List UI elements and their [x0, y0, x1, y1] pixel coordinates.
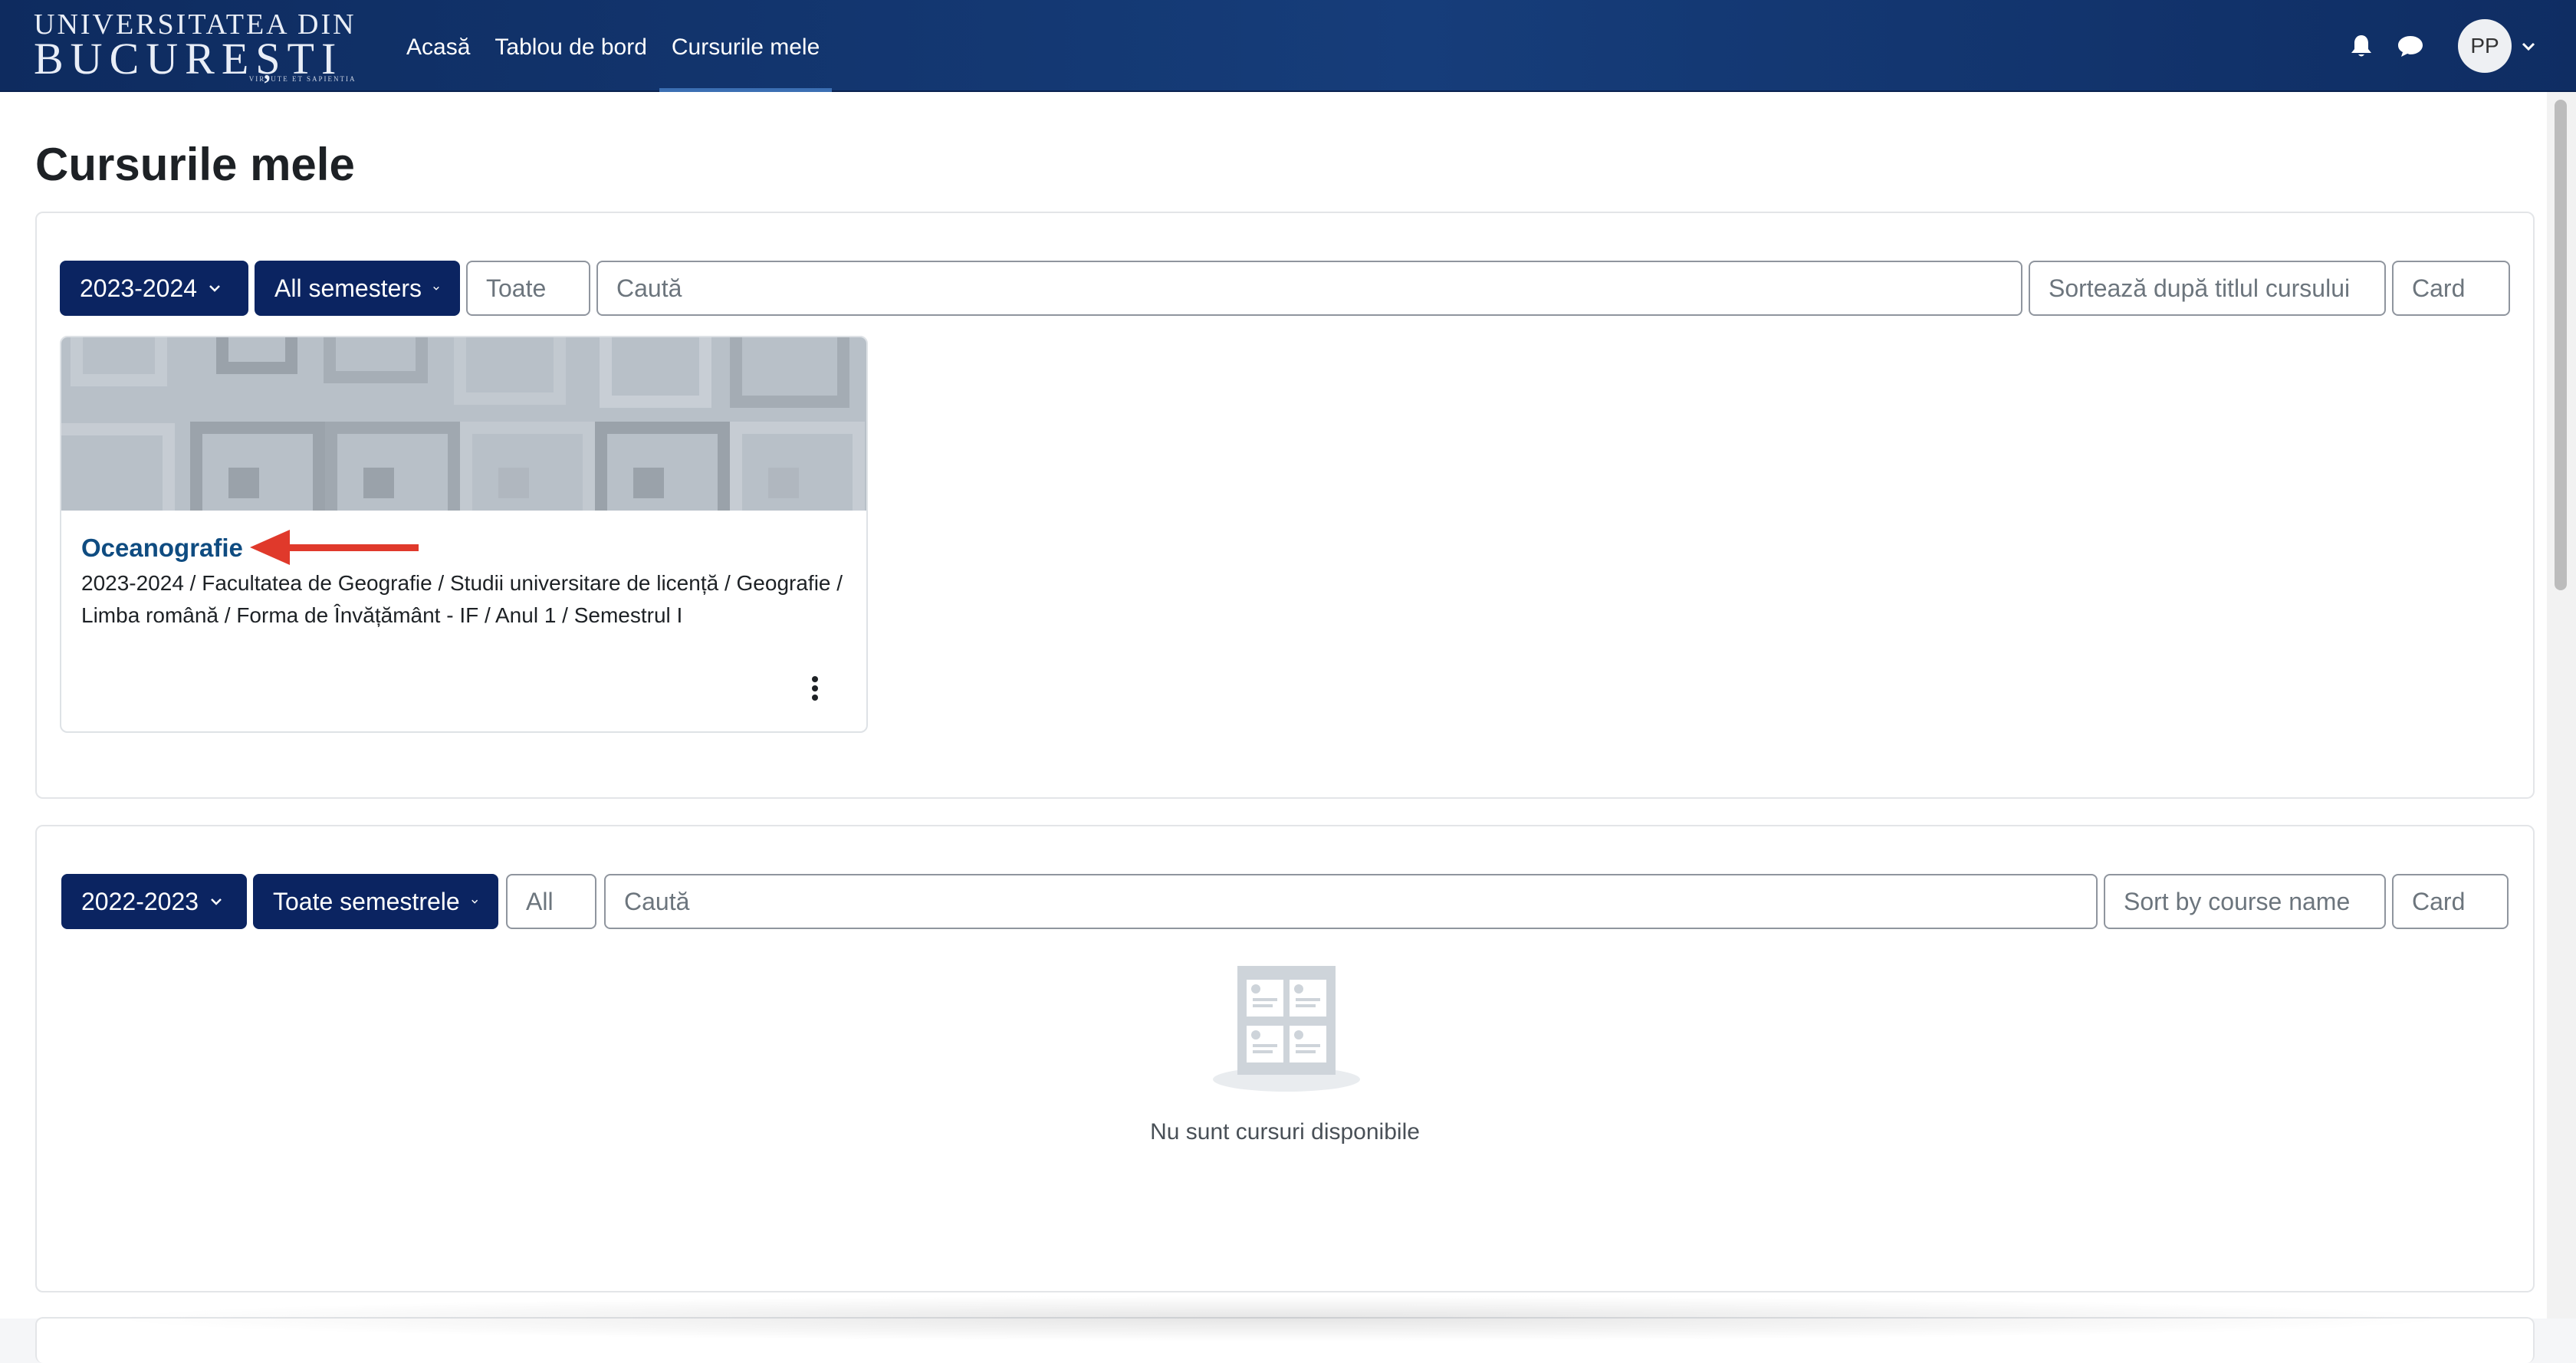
logo-line2: BUCUREȘTI [34, 34, 343, 84]
nav-home[interactable]: Acasă [394, 0, 482, 92]
chevron-down-icon [209, 285, 220, 292]
course-title-link[interactable]: Oceanografie [81, 534, 243, 563]
grouping-dropdown[interactable]: All [506, 874, 596, 929]
empty-state-message: Nu sunt cursuri disponibile [1150, 1119, 1420, 1145]
scrollbar-thumb[interactable] [2555, 100, 2567, 590]
grouping-dropdown[interactable]: Toate [466, 261, 590, 316]
messages-button[interactable] [2394, 29, 2427, 63]
year-dropdown[interactable]: 2022-2023 [61, 874, 247, 929]
semester-label: All semesters [274, 274, 422, 302]
year-label: 2022-2023 [81, 887, 199, 915]
navbar: UNIVERSITATEA DIN BUCUREȘTI VIRTUTE ET S… [0, 0, 2576, 92]
primary-navigation: Acasă Tablou de bord Cursurile mele [394, 0, 833, 92]
no-courses-illustration [1213, 966, 1360, 1092]
semester-dropdown[interactable]: All semesters [255, 261, 460, 316]
sort-dropdown[interactable]: Sortează după titlul cursului [2029, 261, 2386, 316]
view-dropdown[interactable]: Card [2392, 874, 2509, 929]
sort-dropdown[interactable]: Sort by course name [2104, 874, 2386, 929]
user-menu-area: PP [2329, 0, 2536, 92]
search-input[interactable]: Caută [596, 261, 2022, 316]
course-filters: 2022-2023 Toate semestrele All Caută Sor… [60, 874, 2510, 929]
year-dropdown[interactable]: 2023-2024 [60, 261, 248, 316]
red-arrow-annotation [250, 530, 419, 565]
view-dropdown[interactable]: Card [2392, 261, 2510, 316]
chevron-down-icon [211, 898, 222, 905]
course-filters: 2023-2024 All semesters Toate Caută Sort… [60, 261, 2510, 316]
course-card[interactable]: Oceanografie 2023-2024 / Facultatea de G… [60, 336, 868, 733]
chevron-down-icon [471, 899, 478, 904]
course-overview-2023-2024: 2023-2024 All semesters Toate Caută Sort… [35, 212, 2535, 799]
page-title: Cursurile mele [35, 139, 355, 190]
bottom-shadow [92, 1296, 2469, 1342]
more-options-icon[interactable] [803, 673, 826, 704]
semester-dropdown[interactable]: Toate semestrele [253, 874, 498, 929]
course-overview-2022-2023: 2022-2023 Toate semestrele All Caută Sor… [35, 825, 2535, 1292]
nav-dashboard[interactable]: Tablou de bord [482, 0, 659, 92]
chevron-down-icon[interactable] [2521, 41, 2536, 51]
chat-icon [2398, 36, 2423, 57]
chevron-down-icon [433, 286, 439, 291]
user-avatar[interactable]: PP [2458, 19, 2512, 73]
course-category-path: 2023-2024 / Facultatea de Geografie / St… [81, 571, 843, 627]
main-content: Cursurile mele 2023-2024 All semesters T… [0, 92, 2547, 1363]
year-label: 2023-2024 [80, 274, 198, 302]
nav-my-courses[interactable]: Cursurile mele [659, 0, 833, 92]
notifications-button[interactable] [2344, 29, 2378, 63]
bell-icon [2351, 35, 2371, 57]
search-input[interactable]: Caută [604, 874, 2098, 929]
semester-label: Toate semestrele [273, 887, 460, 915]
logo-motto: VIRTUTE ET SAPIENTIA [248, 75, 356, 83]
course-pattern-image[interactable] [61, 337, 868, 511]
page-scrollbar[interactable] [2547, 92, 2576, 1319]
university-logo[interactable]: UNIVERSITATEA DIN BUCUREȘTI VIRTUTE ET S… [25, 9, 355, 83]
